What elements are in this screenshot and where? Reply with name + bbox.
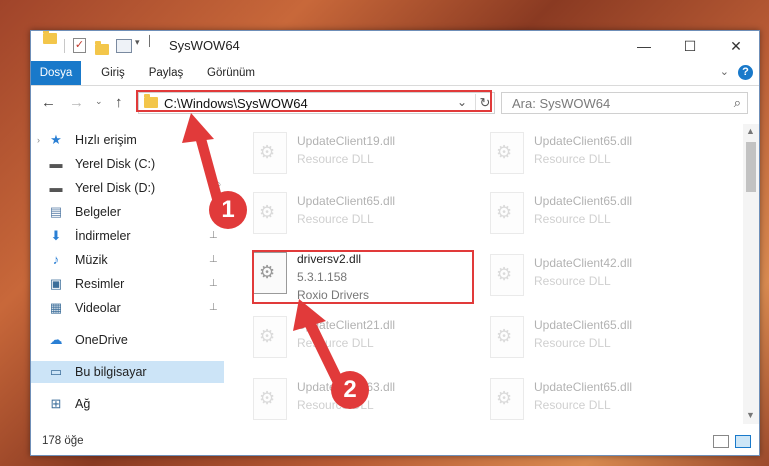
explorer-window: ✓ ▾ │ SysWOW64 — ☐ ✕ Dosya Giriş Paylaş …	[30, 30, 760, 456]
annotation-arrows	[182, 113, 349, 396]
step-2-badge: 2	[331, 371, 369, 409]
step-1-badge: 1	[209, 191, 247, 229]
arrow-head-icon	[182, 113, 214, 143]
